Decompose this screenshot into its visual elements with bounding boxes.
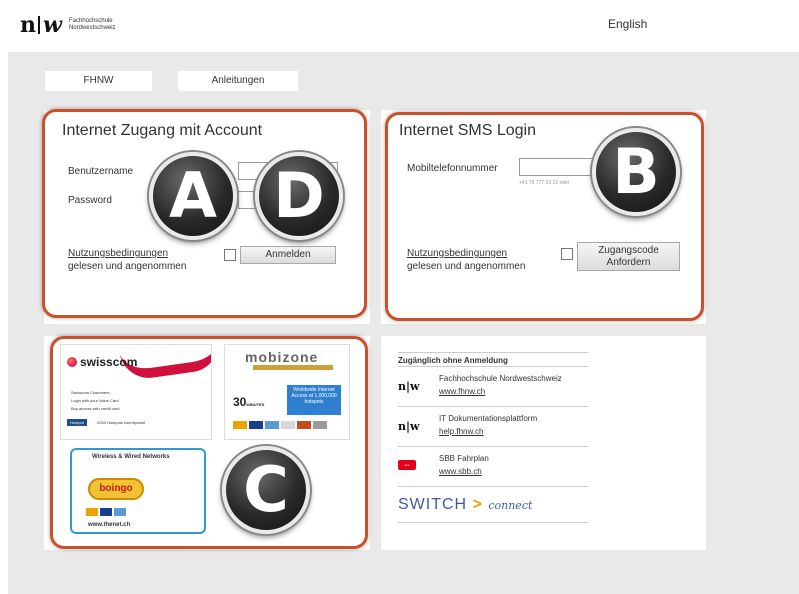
language-link[interactable]: English xyxy=(608,17,647,31)
password-label: Password xyxy=(68,195,112,206)
amex-icon xyxy=(114,508,126,516)
mastercard-icon xyxy=(86,508,98,516)
visa-icon xyxy=(100,508,112,516)
divider xyxy=(398,522,588,523)
mobizone-box: Worldwide Internet Access at 1,000,000 h… xyxy=(287,385,341,415)
sms-terms-link[interactable]: Nutzungsbedingungen xyxy=(407,248,507,259)
login-button[interactable]: Anmelden xyxy=(240,246,336,264)
divider xyxy=(398,352,588,353)
visa-icon xyxy=(249,421,263,429)
free-access-card: Zugänglich ohne Anmeldung n|w Fachhochsc… xyxy=(381,336,706,550)
ads-card: swisscom Swisscom Customers Login with y… xyxy=(44,336,370,550)
badge-d: D xyxy=(255,152,343,240)
swisscom-line3: Buy access with credit card xyxy=(71,406,120,411)
request-code-line1: Zugangscode xyxy=(598,244,659,256)
sms-terms-checkbox[interactable] xyxy=(561,248,573,260)
fhnw-small-logo: n|w xyxy=(398,420,420,433)
free-item-name-help: IT Dokumentationsplattform xyxy=(439,414,538,423)
free-item-name-fhnw: Fachhochschule Nordwestschweiz xyxy=(439,374,562,383)
free-item-url-sbb[interactable]: www.sbb.ch xyxy=(439,467,482,476)
username-label: Benutzername xyxy=(68,166,134,177)
divider xyxy=(398,366,588,367)
swisscom-line1: Swisscom Customers xyxy=(71,390,110,395)
swisscom-line2: Login with your Value Card xyxy=(71,398,119,403)
header: nw Fachhochschule Nordwestschweiz Englis… xyxy=(0,0,799,52)
logo-mark: nw xyxy=(20,12,62,38)
mobile-label: Mobiltelefonnummer xyxy=(407,163,498,174)
fhnw-logo[interactable]: nw Fachhochschule Nordwestschweiz xyxy=(20,12,116,38)
request-code-button[interactable]: Zugangscode Anfordern xyxy=(577,242,680,271)
logo-n: n xyxy=(20,12,36,38)
badge-b: B xyxy=(592,128,680,216)
logo-line2: Nordwestschweiz xyxy=(68,25,116,31)
boingo-logo: boingo xyxy=(88,478,144,500)
nav-fhnw-button[interactable]: FHNW xyxy=(45,71,152,91)
free-item-name-sbb: SBB Fahrplan xyxy=(439,454,489,463)
swisscom-hotspot-text: 2000 Hotspots countrywide xyxy=(97,420,146,425)
nav-anleitungen-button[interactable]: Anleitungen xyxy=(178,71,298,91)
logo-text: Fachhochschule Nordwestschweiz xyxy=(69,18,116,32)
card-icon xyxy=(281,421,295,429)
fhnw-small-logo: n|w xyxy=(398,380,420,393)
divider xyxy=(398,446,588,447)
boingo-ad[interactable]: Wireless & Wired Networks boingo www.the… xyxy=(70,448,208,536)
free-access-title: Zugänglich ohne Anmeldung xyxy=(398,356,508,365)
divider xyxy=(398,486,588,487)
divider xyxy=(398,406,588,407)
sms-terms-suffix: gelesen und angenommen xyxy=(407,261,526,272)
sbb-icon: ⇔ xyxy=(398,460,416,470)
badge-a: A xyxy=(149,152,237,240)
free-item-url-fhnw[interactable]: www.fhnw.ch xyxy=(439,387,485,396)
mobizone-minutes: 30MINUTES xyxy=(233,395,265,409)
account-terms-checkbox[interactable] xyxy=(224,249,236,261)
swisscom-ad[interactable]: swisscom Swisscom Customers Login with y… xyxy=(60,344,212,440)
account-terms-suffix: gelesen und angenommen xyxy=(68,261,187,272)
mobizone-logo: mobizone xyxy=(245,349,319,365)
swisscom-hotspot-badge: Hotspot xyxy=(67,419,87,426)
boingo-url[interactable]: www.thenet.ch xyxy=(88,522,130,528)
account-terms-link[interactable]: Nutzungsbedingungen xyxy=(68,248,168,259)
boingo-heading: Wireless & Wired Networks xyxy=(92,454,170,460)
mobizone-ad[interactable]: mobizone 30MINUTES Worldwide Internet Ac… xyxy=(224,344,350,440)
main-area: FHNW Anleitungen Internet Zugang mit Acc… xyxy=(8,52,799,594)
page: nw Fachhochschule Nordwestschweiz Englis… xyxy=(0,0,799,594)
request-code-line2: Anfordern xyxy=(606,256,651,268)
swisscom-logo: swisscom xyxy=(67,355,137,369)
sms-card-title: Internet SMS Login xyxy=(399,122,536,139)
switch-connect-logo[interactable]: SWITCH > connect xyxy=(398,496,532,514)
mobile-hint: +41 79 777 33 22 oder xyxy=(519,180,570,186)
amex-icon xyxy=(265,421,279,429)
card-icon xyxy=(297,421,311,429)
free-item-url-help[interactable]: help.fhnw.ch xyxy=(439,427,483,436)
logo-w: w xyxy=(43,12,62,38)
logo-line1: Fachhochschule xyxy=(68,18,113,24)
mobizone-bar xyxy=(253,365,333,370)
badge-c: C xyxy=(222,446,310,534)
account-card-title: Internet Zugang mit Account xyxy=(62,122,263,139)
card-icon xyxy=(313,421,327,429)
mastercard-icon xyxy=(233,421,247,429)
